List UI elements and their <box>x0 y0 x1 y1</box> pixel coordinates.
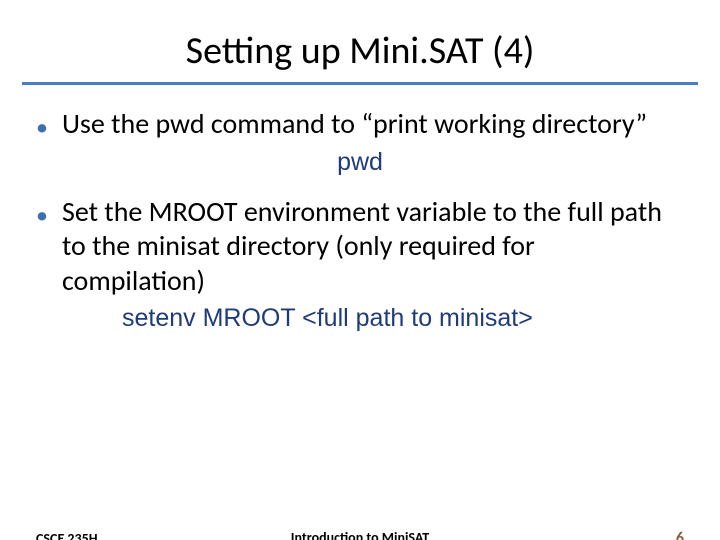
footer-left: CSCE 235H <box>36 530 98 540</box>
slide-title: Setting up Mini.SAT (4) <box>0 28 720 74</box>
footer-center: Introduction to MiniSAT <box>0 529 720 540</box>
slide-content: • Use the pwd command to “print working … <box>36 107 684 333</box>
command-pwd: pwd <box>36 148 684 177</box>
bullet-item: • Use the pwd command to “print working … <box>36 107 684 142</box>
bullet-text: Set the MROOT environment variable to th… <box>62 195 684 297</box>
bullet-text: Use the pwd command to “print working di… <box>62 107 684 141</box>
bullet-item: • Set the MROOT environment variable to … <box>36 195 684 297</box>
slide: Setting up Mini.SAT (4) • Use the pwd co… <box>0 28 720 540</box>
slide-footer: CSCE 235H Introduction to MiniSAT 6 <box>0 529 720 540</box>
bullet-icon: • <box>36 201 48 230</box>
title-underline <box>22 82 698 85</box>
command-setenv: setenv MROOT <full path to minisat> <box>122 304 684 333</box>
bullet-icon: • <box>36 113 48 142</box>
slide-number: 6 <box>676 529 684 540</box>
